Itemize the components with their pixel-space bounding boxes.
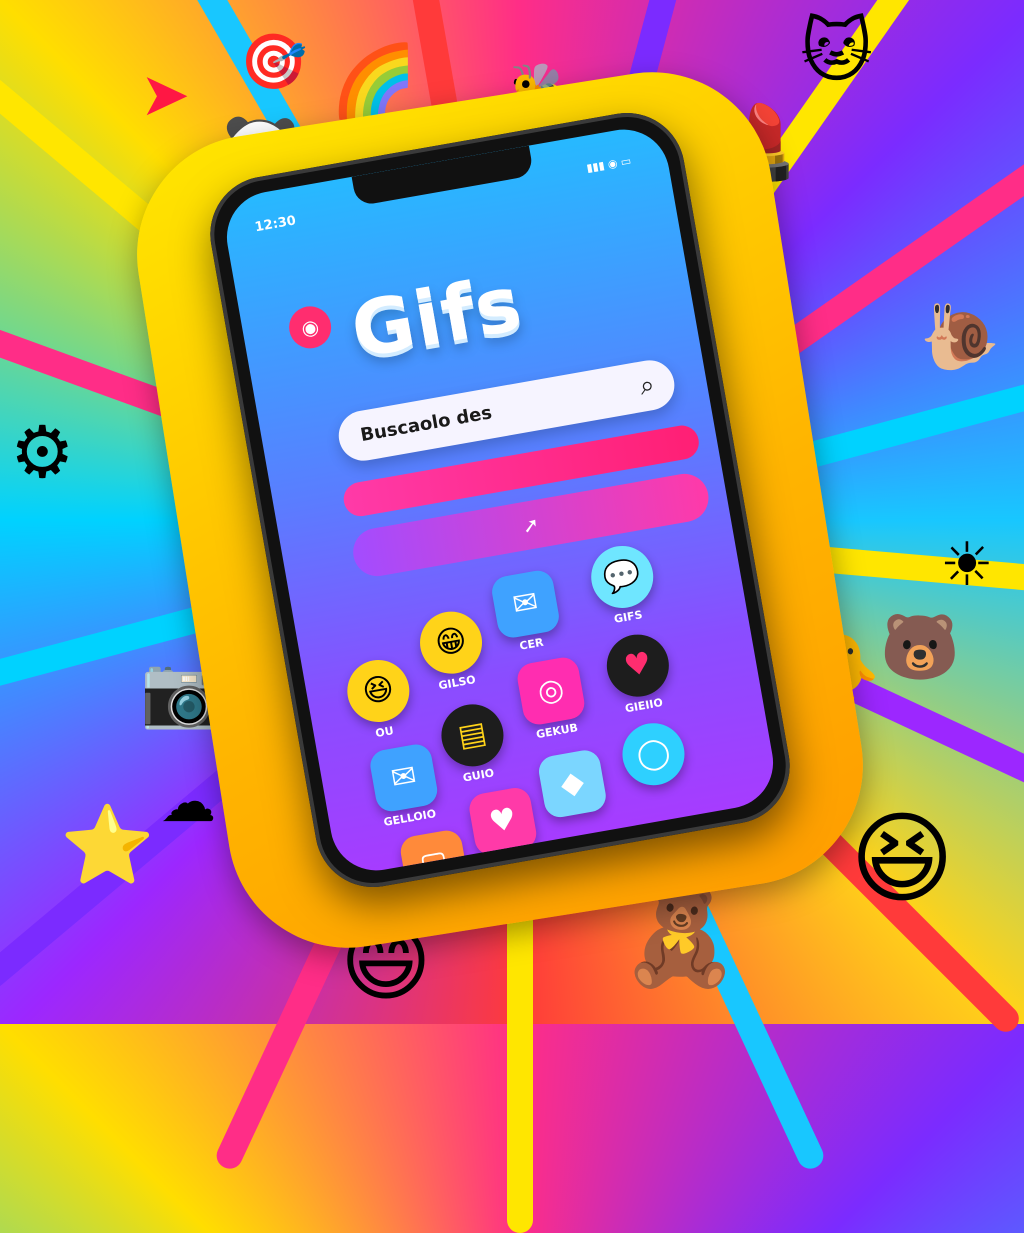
phone-screen: 12:30 ▮▮▮ ◉ ▭ ◉ Gifs Buscaolo des ⌕ ➚ 💬 …	[219, 122, 781, 878]
instagram-tile[interactable]: ◎	[515, 655, 587, 727]
grid-label: CER	[518, 635, 545, 653]
note-tile[interactable]: ▤	[436, 699, 509, 772]
search-placeholder: Buscaolo des	[358, 402, 494, 447]
heart-tile[interactable]: ♥	[601, 629, 674, 702]
record-icon[interactable]: ◉	[285, 303, 335, 352]
star-icon: ⭐	[60, 800, 155, 889]
phone-notch	[351, 145, 535, 207]
grid-label: GUIO	[461, 766, 496, 785]
status-icons: ▮▮▮ ◉ ▭	[585, 154, 633, 175]
bear-face-icon: 🐻	[880, 611, 960, 685]
fold-tile[interactable]: ◆	[536, 747, 609, 820]
grid-label: GIEIIO	[623, 695, 664, 716]
cloud-icon: ☁	[160, 770, 216, 835]
grid-label: GEKUB	[535, 721, 579, 742]
grid-label: GILSO	[437, 673, 477, 693]
grid-label: GELLOIO	[382, 806, 438, 829]
gear-icon: ⚙	[10, 410, 75, 494]
status-time: 12:30	[253, 213, 298, 236]
search-tile[interactable]: ◯	[617, 718, 690, 791]
target-icon: 🎯	[240, 30, 308, 93]
search-icon[interactable]: ⌕	[637, 370, 657, 403]
laugh-tile[interactable]: 😆	[342, 655, 415, 727]
arrow-icon: ➤	[140, 60, 191, 130]
heart-tile-2[interactable]: ♥	[466, 785, 539, 858]
mail-tile[interactable]: ✉	[489, 568, 562, 641]
chat-tile[interactable]: 💬	[586, 541, 659, 613]
page-title: Gifs	[344, 258, 529, 376]
grid-label: GIFS	[613, 608, 644, 626]
send-arrow-icon: ➚	[520, 511, 542, 539]
grid-label: OU	[374, 724, 395, 741]
laugh-icon: 😆	[850, 800, 955, 917]
snail-icon: 🐌	[920, 301, 1000, 375]
sun-icon: ☀	[940, 530, 994, 600]
grin-tile[interactable]: 😁	[415, 606, 487, 679]
mail-tile-2[interactable]: ✉	[367, 742, 440, 814]
frame-tile[interactable]: ▢	[398, 828, 471, 878]
cat-face-icon: 🐱	[800, 10, 873, 92]
